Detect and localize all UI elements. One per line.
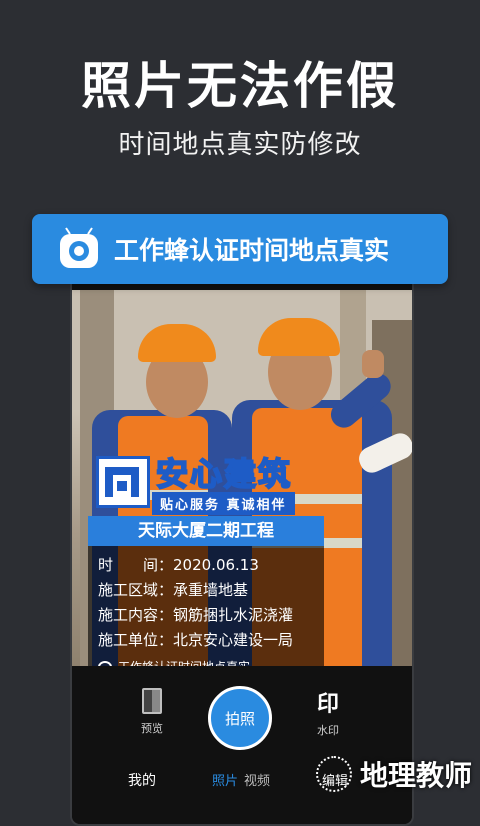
camera-preview: 安心建筑 贴心服务 真诚相伴 天际大厦二期工程 时 间：2020.06.13 施…: [72, 290, 412, 666]
project-title: 天际大厦二期工程: [88, 516, 324, 546]
watermark-stamp-icon: 印: [316, 692, 339, 717]
headline: 照片无法作假: [81, 57, 399, 115]
brand-slogan: 贴心服务 真诚相伴: [152, 492, 295, 515]
watermark-label: 水印: [317, 724, 339, 737]
corner-watermark-text: 地理教师: [359, 759, 472, 792]
brand-logo: 安心建筑 贴心服务 真诚相伴: [96, 455, 295, 515]
building-logo-icon: [96, 456, 150, 508]
preview-control[interactable]: 预览: [134, 688, 170, 736]
phone-mockup: 安心建筑 贴心服务 真诚相伴 天际大厦二期工程 时 间：2020.06.13 施…: [70, 262, 414, 826]
brand-name: 安心建筑: [155, 455, 293, 493]
seal-icon: [315, 756, 352, 792]
photo-info-panel: 时 间：2020.06.13 施工区域：承重墙地基 施工内容：钢筋捆扎水泥浇灌 …: [88, 546, 324, 666]
camera-mascot-icon: [56, 226, 102, 272]
verification-footer: 工作蜂认证时间地点真实: [98, 658, 250, 666]
info-company: 施工单位：北京安心建设一局: [98, 631, 294, 649]
watermark-control[interactable]: 印 水印: [308, 686, 348, 738]
corner-watermark: 地理教师: [315, 754, 472, 794]
preview-label: 预览: [141, 722, 163, 735]
feature-banner: 工作蜂认证时间地点真实: [32, 214, 448, 284]
verification-text: 工作蜂认证时间地点真实: [118, 658, 250, 666]
info-time: 时 间：2020.06.13: [98, 556, 259, 574]
info-area: 施工区域：承重墙地基: [98, 581, 249, 599]
preview-thumbnail-icon: [142, 688, 162, 714]
camera-controls: 预览 拍照 印 水印 我的 照片 视频 编辑: [72, 666, 412, 824]
subheadline: 时间地点真实防修改: [118, 130, 362, 160]
info-content: 施工内容：钢筋捆扎水泥浇灌: [98, 606, 294, 624]
shutter-button[interactable]: 拍照: [208, 686, 272, 750]
tab-photo[interactable]: 照片: [212, 770, 238, 789]
banner-text: 工作蜂认证时间地点真实: [114, 236, 390, 265]
photo-watermark: 安心建筑 贴心服务 真诚相伴 天际大厦二期工程 时 间：2020.06.13 施…: [88, 455, 394, 666]
tab-mine[interactable]: 我的: [128, 770, 156, 790]
tab-video[interactable]: 视频: [244, 770, 270, 789]
